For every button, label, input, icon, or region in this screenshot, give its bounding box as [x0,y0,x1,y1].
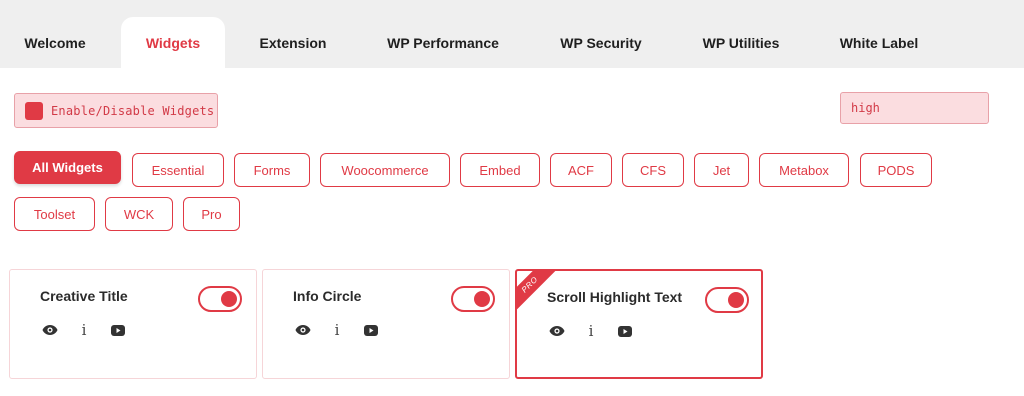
widget-actions: i [42,321,144,339]
tab-wp-performance[interactable]: WP Performance [368,17,518,68]
info-icon[interactable]: i [76,321,92,339]
tab-wp-utilities[interactable]: WP Utilities [684,17,798,68]
filter-jet[interactable]: Jet [694,153,749,187]
filter-all-widgets[interactable]: All Widgets [14,151,121,184]
filter-essential[interactable]: Essential [132,153,224,187]
info-icon[interactable]: i [329,321,345,339]
youtube-icon[interactable] [617,323,633,339]
widget-title: Info Circle [293,288,362,304]
youtube-icon[interactable] [110,322,126,338]
widget-card: Creative Title i [9,269,257,379]
filter-woocommerce[interactable]: Woocommerce [320,153,450,187]
widget-search-input[interactable] [840,92,989,124]
filter-acf[interactable]: ACF [550,153,612,187]
eye-icon[interactable] [42,322,58,338]
enable-disable-widgets-toggle[interactable]: Enable/Disable Widgets [14,93,218,128]
tab-widgets[interactable]: Widgets [121,17,225,68]
toggle-knob [221,291,237,307]
toggle-knob [474,291,490,307]
widget-actions: i [549,322,651,340]
widget-card-pro: PRO Scroll Highlight Text i [515,269,763,379]
widget-title: Creative Title [40,288,128,304]
tab-extension[interactable]: Extension [238,17,348,68]
filter-toolset[interactable]: Toolset [14,197,95,231]
widget-actions: i [295,321,397,339]
filter-embed[interactable]: Embed [460,153,540,187]
enable-disable-label: Enable/Disable Widgets [51,103,215,118]
widget-toggle-switch[interactable] [198,286,242,312]
tab-bar: Welcome Widgets Extension WP Performance… [0,0,1024,68]
tab-white-label[interactable]: White Label [822,17,936,68]
checkbox-icon[interactable] [25,101,43,120]
widget-card: Info Circle i [262,269,510,379]
widget-toggle-switch[interactable] [451,286,495,312]
filter-pods[interactable]: PODS [860,153,932,187]
filter-pro[interactable]: Pro [183,197,240,231]
eye-icon[interactable] [295,322,311,338]
widget-toggle-switch[interactable] [705,287,749,313]
filter-wck[interactable]: WCK [105,197,173,231]
tab-welcome[interactable]: Welcome [0,17,110,68]
youtube-icon[interactable] [363,322,379,338]
info-icon[interactable]: i [583,322,599,340]
widget-title: Scroll Highlight Text [547,289,683,305]
eye-icon[interactable] [549,323,565,339]
toggle-knob [728,292,744,308]
filter-metabox[interactable]: Metabox [759,153,849,187]
tab-wp-security[interactable]: WP Security [540,17,662,68]
filter-forms[interactable]: Forms [234,153,310,187]
filter-cfs[interactable]: CFS [622,153,684,187]
